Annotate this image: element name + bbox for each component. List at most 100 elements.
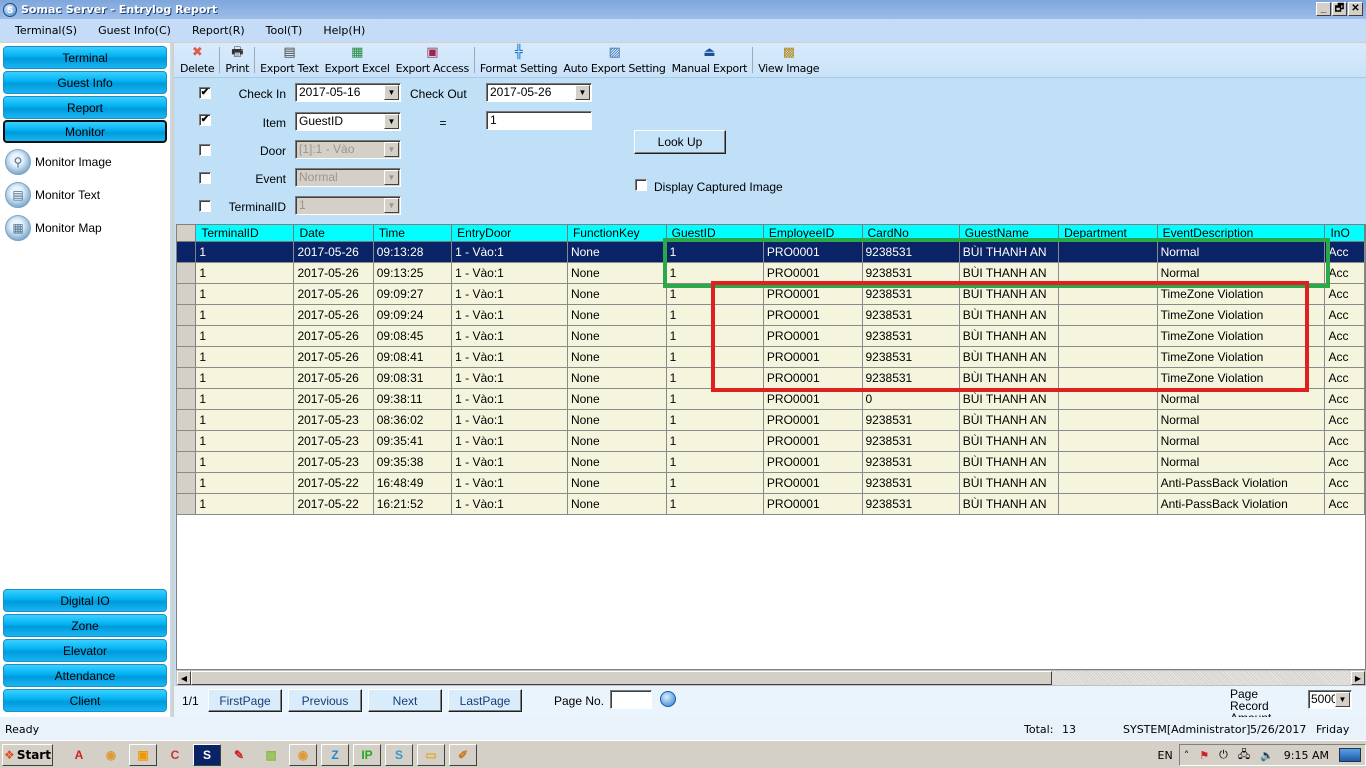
volume-icon[interactable]: 🔈	[1260, 749, 1274, 762]
cell-department[interactable]	[1058, 409, 1158, 431]
taskbar-app-chrome-window[interactable]: ◉	[289, 743, 317, 766]
cell-card-no[interactable]: 0	[862, 388, 960, 410]
row-header[interactable]	[177, 304, 197, 326]
cell-date[interactable]: 2017-05-23	[293, 430, 374, 452]
scroll-right-arrow-icon[interactable]: ▶	[1351, 671, 1365, 685]
cell-time[interactable]: 09:08:41	[373, 346, 453, 368]
cell-time[interactable]: 08:36:02	[373, 409, 453, 431]
sidebar-digital-io-button[interactable]: Digital IO	[3, 589, 167, 612]
network-icon[interactable]: 🖧	[1238, 746, 1250, 765]
delete-button[interactable]: ✖ Delete	[177, 44, 217, 77]
cell-department[interactable]	[1058, 346, 1158, 368]
cell-department[interactable]	[1058, 493, 1158, 515]
cell-guest-id[interactable]: 1	[666, 346, 764, 368]
cell-terminal-id[interactable]: 1	[195, 430, 295, 452]
row-header[interactable]	[177, 430, 197, 452]
print-button[interactable]: 🖶 Print	[222, 44, 252, 77]
row-header[interactable]	[177, 325, 197, 347]
cell-time[interactable]: 09:09:24	[373, 304, 453, 326]
cell-entry-door[interactable]: 1 - Vào:1	[451, 283, 568, 305]
door-select[interactable]: [1]:1 - Vào ▼	[295, 140, 401, 159]
cell-guest-name[interactable]: BÙI THANH AN	[959, 283, 1060, 305]
check-out-date-picker[interactable]: 2017-05-26 ▼	[486, 83, 592, 102]
terminal-id-select[interactable]: 1 ▼	[295, 196, 401, 215]
cell-date[interactable]: 2017-05-23	[293, 409, 374, 431]
dropdown-arrow-icon[interactable]: ▼	[384, 85, 399, 100]
cell-date[interactable]: 2017-05-26	[293, 283, 374, 305]
cell-in-out[interactable]: Acc	[1324, 241, 1365, 263]
dropdown-arrow-icon[interactable]: ▼	[384, 142, 399, 157]
cell-event-description[interactable]: Normal	[1157, 430, 1326, 452]
sidebar-report-button[interactable]: Report	[3, 96, 167, 119]
cell-function-key[interactable]: None	[567, 493, 667, 515]
cell-time[interactable]: 09:08:45	[373, 325, 453, 347]
cell-date[interactable]: 2017-05-26	[293, 367, 374, 389]
cell-department[interactable]	[1058, 430, 1158, 452]
cell-event-description[interactable]: Normal	[1157, 388, 1326, 410]
cell-terminal-id[interactable]: 1	[195, 409, 295, 431]
taskbar-app-chrome[interactable]: ◉	[97, 744, 125, 766]
cell-card-no[interactable]: 9238531	[862, 325, 960, 347]
column-header-date[interactable]: Date	[293, 225, 374, 242]
cell-function-key[interactable]: None	[567, 409, 667, 431]
cell-guest-name[interactable]: BÙI THANH AN	[959, 388, 1060, 410]
cell-function-key[interactable]: None	[567, 388, 667, 410]
taskbar-app-ccleaner[interactable]: C	[161, 744, 189, 766]
cell-employee-id[interactable]: PRO0001	[763, 388, 863, 410]
column-header-terminal-id[interactable]: TerminalID	[195, 225, 295, 242]
cell-department[interactable]	[1058, 325, 1158, 347]
page-no-input[interactable]	[610, 690, 652, 709]
horizontal-scrollbar[interactable]: ◀ ▶	[176, 670, 1366, 686]
cell-card-no[interactable]: 9238531	[862, 262, 960, 284]
cell-guest-id[interactable]: 1	[666, 388, 764, 410]
sidebar-client-button[interactable]: Client	[3, 689, 167, 712]
column-header-event-description[interactable]: EventDescription	[1157, 225, 1326, 242]
cell-guest-name[interactable]: BÙI THANH AN	[959, 367, 1060, 389]
cell-time[interactable]: 09:13:25	[373, 262, 453, 284]
cell-terminal-id[interactable]: 1	[195, 241, 295, 263]
cell-card-no[interactable]: 9238531	[862, 241, 960, 263]
cell-employee-id[interactable]: PRO0001	[763, 409, 863, 431]
table-row[interactable]: 1 2017-05-26 09:13:25 1 - Vào:1 None 1 PRO0001…	[177, 262, 1365, 284]
table-row[interactable]: 1 2017-05-23 09:35:38 1 - Vào:1 None 1 PRO0001…	[177, 451, 1365, 473]
cell-in-out[interactable]: Acc	[1324, 346, 1365, 368]
column-header-guest-name[interactable]: GuestName	[959, 225, 1060, 242]
cell-guest-name[interactable]: BÙI THANH AN	[959, 325, 1060, 347]
cell-event-description[interactable]: Normal	[1157, 262, 1326, 284]
cell-event-description[interactable]: Normal	[1157, 241, 1326, 263]
menu-tool[interactable]: Tool(T)	[266, 24, 303, 37]
cell-card-no[interactable]: 9238531	[862, 472, 960, 494]
search-page-icon[interactable]	[660, 691, 676, 707]
table-row[interactable]: 1 2017-05-22 16:48:49 1 - Vào:1 None 1 PRO0001…	[177, 472, 1365, 494]
format-setting-button[interactable]: ╬ Format Setting	[477, 44, 560, 77]
cell-function-key[interactable]: None	[567, 430, 667, 452]
cell-entry-door[interactable]: 1 - Vào:1	[451, 262, 568, 284]
taskbar-app-pdf-reader[interactable]: ✎	[225, 744, 253, 766]
cell-in-out[interactable]: Acc	[1324, 472, 1365, 494]
row-header[interactable]	[177, 451, 197, 473]
table-row[interactable]: 1 2017-05-26 09:13:28 1 - Vào:1 None 1 PRO0001…	[177, 241, 1365, 263]
row-header[interactable]	[177, 262, 197, 284]
taskbar-app-acrobat[interactable]: A	[65, 744, 93, 766]
cell-guest-id[interactable]: 1	[666, 493, 764, 515]
cell-function-key[interactable]: None	[567, 262, 667, 284]
column-header-card-no[interactable]: CardNo	[862, 225, 960, 242]
cell-terminal-id[interactable]: 1	[195, 325, 295, 347]
view-image-button[interactable]: ▩ View Image	[755, 44, 822, 77]
cell-employee-id[interactable]: PRO0001	[763, 283, 863, 305]
export-access-button[interactable]: ▣ Export Access	[393, 44, 472, 77]
table-row[interactable]: 1 2017-05-23 09:35:41 1 - Vào:1 None 1 PRO0001…	[177, 430, 1365, 452]
cell-date[interactable]: 2017-05-23	[293, 451, 374, 473]
cell-time[interactable]: 09:35:41	[373, 430, 453, 452]
table-row[interactable]: 1 2017-05-26 09:08:31 1 - Vào:1 None 1 PRO0001…	[177, 367, 1365, 389]
restore-button[interactable]: 🗗	[1332, 2, 1347, 16]
cell-department[interactable]	[1058, 472, 1158, 494]
item-select[interactable]: GuestID ▼	[295, 112, 401, 131]
row-header[interactable]	[177, 367, 197, 389]
cell-event-description[interactable]: TimeZone Violation	[1157, 367, 1326, 389]
cell-date[interactable]: 2017-05-22	[293, 493, 374, 515]
page-record-amount-select[interactable]: 50000 ▼	[1308, 690, 1352, 709]
cell-card-no[interactable]: 9238531	[862, 430, 960, 452]
cell-terminal-id[interactable]: 1	[195, 304, 295, 326]
next-page-button[interactable]: Next	[368, 689, 442, 712]
